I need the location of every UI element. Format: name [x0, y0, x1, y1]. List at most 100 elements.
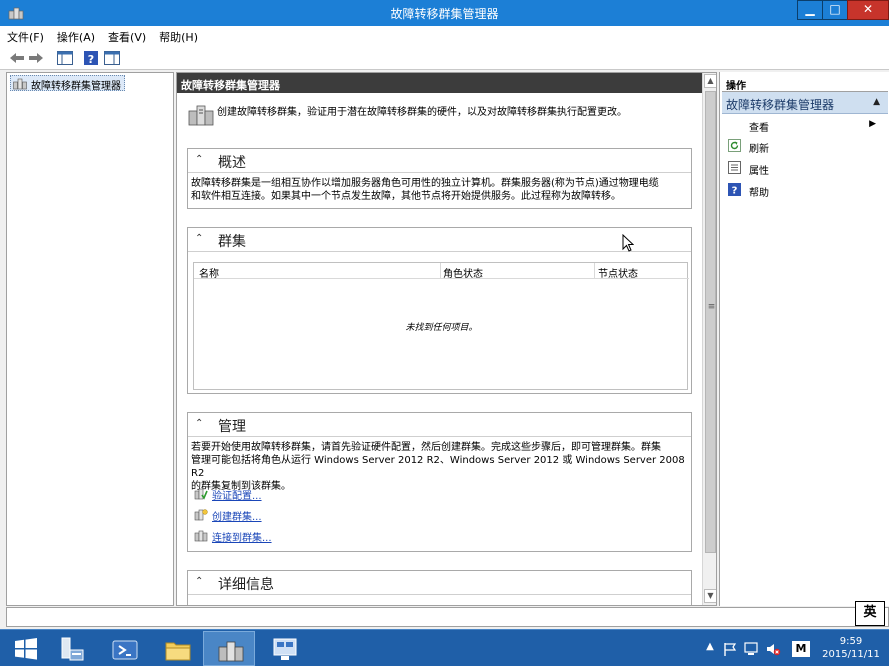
cluster-manager-icon: [13, 78, 27, 90]
submenu-arrow-icon: ▶: [869, 119, 876, 129]
create-cluster-icon: [194, 509, 208, 521]
minimize-button[interactable]: ▁: [797, 0, 823, 20]
column-divider[interactable]: [440, 263, 441, 279]
remote-app-icon: [273, 638, 297, 660]
clusters-list[interactable]: 名称 角色状态 节点状态 未找到任何项目。: [193, 262, 689, 390]
taskbar-clock[interactable]: 9:59 2015/11/11: [820, 635, 882, 661]
network-icon[interactable]: [743, 641, 759, 657]
close-icon: ✕: [862, 2, 874, 16]
results-pane-scrollbar[interactable]: ▲ ≡ ▼: [702, 73, 716, 605]
action-properties-label: 属性: [749, 166, 769, 177]
action-refresh[interactable]: 刷新: [722, 136, 888, 156]
taskbar-failover-cluster-manager[interactable]: [203, 631, 255, 666]
management-title: 管理: [218, 419, 246, 435]
tree-item-label: 故障转移群集管理器: [31, 81, 121, 92]
empty-list-message: 未找到任何项目。: [405, 323, 478, 333]
menu-bar: 文件(F) 操作(A) 查看(V) 帮助(H): [0, 26, 889, 46]
volume-muted-icon[interactable]: [765, 641, 781, 657]
intro-text: 创建故障转移群集，验证用于潜在故障转移群集的硬件，以及对故障转移群集执行配置更改…: [217, 107, 627, 118]
action-help[interactable]: ? 帮助: [722, 180, 888, 200]
failover-cluster-icon: [188, 105, 214, 126]
management-text: 若要开始使用故障转移群集，请首先验证硬件配置，然后创建群集。完成这些步骤后，即可…: [191, 442, 685, 492]
scroll-down-arrow-icon[interactable]: ▼: [704, 589, 716, 603]
taskbar-file-explorer[interactable]: [151, 631, 203, 666]
status-bar: [6, 607, 889, 627]
management-section: ⌃ 管理 若要开始使用故障转移群集，请首先验证硬件配置，然后创建群集。完成这些步…: [187, 412, 692, 552]
powershell-icon: [112, 640, 138, 660]
title-bar: 故障转移群集管理器 ▁ □ ✕: [0, 0, 889, 26]
clusters-section: ⌃ 群集 名称 角色状态 节点状态 未找到任何项目。: [187, 227, 692, 394]
connect-to-cluster-link[interactable]: 连接到群集...: [212, 529, 272, 544]
scroll-up-arrow-icon[interactable]: ▲: [704, 74, 716, 88]
window-title: 故障转移群集管理器: [390, 7, 499, 21]
server-manager-icon: [61, 637, 84, 661]
create-cluster-link[interactable]: 创建群集...: [212, 508, 262, 523]
clock-time: 9:59: [839, 636, 863, 647]
svg-text:?: ?: [732, 186, 738, 197]
details-section: ⌃ 详细信息: [187, 570, 692, 605]
actions-header: 操作: [722, 74, 888, 92]
maximize-icon: □: [829, 2, 841, 16]
action-view[interactable]: 查看 ▶: [722, 115, 888, 135]
collapse-chevron-icon[interactable]: ⌃: [195, 576, 203, 587]
actions-pane: 操作 故障转移群集管理器 ▲ 查看 ▶ 刷新 属性 ? 帮助: [719, 72, 889, 606]
taskbar: ▲ M 9:59 2015/11/11: [0, 629, 889, 666]
show-hidden-icons-icon[interactable]: ▲: [702, 641, 718, 657]
overview-title: 概述: [218, 155, 246, 171]
connect-to-cluster-icon: [194, 530, 208, 542]
refresh-icon: [728, 139, 741, 152]
taskbar-remote-app[interactable]: [258, 631, 310, 666]
menu-help[interactable]: 帮助(H): [152, 26, 204, 46]
taskbar-server-manager[interactable]: [45, 631, 97, 666]
action-refresh-label: 刷新: [749, 144, 769, 155]
console-tree-pane: 故障转移群集管理器: [6, 72, 174, 606]
action-properties[interactable]: 属性: [722, 158, 888, 178]
clusters-title: 群集: [218, 234, 246, 250]
column-header-node-status[interactable]: 节点状态: [598, 265, 638, 280]
action-view-label: 查看: [749, 123, 769, 134]
windows-logo-icon: [15, 638, 37, 660]
menu-action[interactable]: 操作(A): [50, 26, 101, 46]
scrollbar-thumb[interactable]: ≡: [705, 91, 716, 553]
back-arrow-icon[interactable]: [8, 49, 26, 67]
ime-mode-indicator[interactable]: 英: [855, 601, 885, 626]
management-section-header[interactable]: ⌃ 管理: [188, 413, 691, 437]
collapse-chevron-icon[interactable]: ⌃: [195, 233, 203, 244]
minimize-icon: ▁: [805, 2, 815, 16]
action-help-label: 帮助: [749, 188, 769, 199]
maximize-button[interactable]: □: [822, 0, 848, 20]
show-hide-console-tree-icon[interactable]: [56, 49, 74, 67]
menu-file[interactable]: 文件(F): [0, 26, 50, 46]
clock-date: 2015/11/11: [822, 649, 880, 660]
taskbar-powershell[interactable]: [98, 631, 150, 666]
keyboard-layout-indicator[interactable]: M: [792, 641, 810, 657]
menu-view[interactable]: 查看(V): [101, 26, 152, 46]
actions-group-label: 故障转移群集管理器: [726, 98, 835, 112]
tree-item-cluster-manager[interactable]: 故障转移群集管理器: [10, 75, 125, 92]
failover-cluster-icon: [218, 641, 244, 662]
overview-text: 故障转移群集是一组相互协作以增加服务器角色可用性的独立计算机。群集服务器(称为节…: [191, 178, 659, 202]
help-icon[interactable]: ?: [82, 49, 100, 67]
overview-section-header[interactable]: ⌃ 概述: [188, 149, 691, 173]
collapse-chevron-icon[interactable]: ⌃: [195, 154, 203, 165]
svg-text:?: ?: [88, 53, 94, 66]
show-hide-action-pane-icon[interactable]: [103, 49, 121, 67]
results-pane: 故障转移群集管理器 创建故障转移群集，验证用于潜在故障转移群集的硬件，以及对故障…: [176, 72, 717, 606]
validate-configuration-link[interactable]: 验证配置...: [212, 487, 262, 502]
action-center-flag-icon[interactable]: [722, 641, 738, 657]
collapse-chevron-icon[interactable]: ⌃: [195, 418, 203, 429]
mouse-cursor-icon: [622, 234, 634, 252]
details-section-header[interactable]: ⌃ 详细信息: [188, 571, 691, 595]
close-button[interactable]: ✕: [847, 0, 889, 20]
column-divider[interactable]: [594, 263, 595, 279]
toolbar: ?: [0, 46, 889, 70]
actions-group-cluster-manager[interactable]: 故障转移群集管理器 ▲: [722, 92, 888, 114]
collapse-up-icon[interactable]: ▲: [873, 97, 880, 107]
column-header-role-status[interactable]: 角色状态: [443, 265, 483, 280]
column-header-name[interactable]: 名称: [199, 265, 219, 280]
clusters-list-header: 名称 角色状态 节点状态: [194, 263, 689, 280]
forward-arrow-icon[interactable]: [27, 49, 45, 67]
folder-icon: [165, 642, 191, 661]
clusters-section-header[interactable]: ⌃ 群集: [188, 228, 691, 252]
help-icon: ?: [728, 183, 741, 196]
